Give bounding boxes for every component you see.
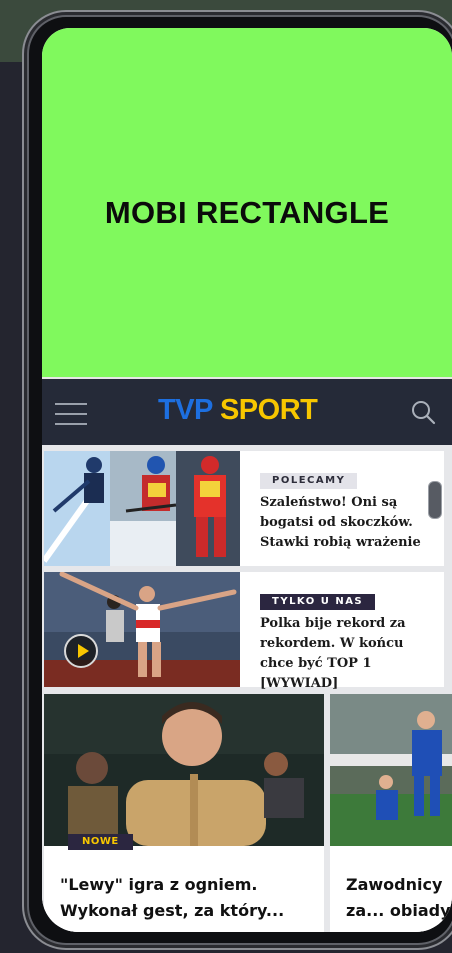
site-logo[interactable]: TVP SPORT (158, 394, 318, 427)
ad-label: MOBI RECTANGLE (104, 194, 390, 230)
scroll-indicator-icon[interactable] (428, 481, 442, 519)
play-icon[interactable] (64, 634, 98, 668)
featured-title[interactable]: Zawodnicy za... obiady (346, 872, 452, 924)
category-badge: TYLKO U NAS (260, 594, 376, 610)
news-feed: POLECAMY Szaleństwo! Oni są bogatsi od s… (42, 445, 452, 932)
article-title[interactable]: Polka bije rekord za rekordem. W końcu c… (260, 614, 440, 694)
top-navigation-bar: TVP SPORT (42, 377, 452, 445)
article-title[interactable]: Szaleństwo! Oni są bogatsi od skoczków. … (260, 493, 440, 553)
logo-sport: SPORT (219, 394, 318, 426)
hamburger-icon[interactable] (55, 403, 87, 425)
featured-image[interactable] (330, 694, 452, 846)
featured-image[interactable] (44, 694, 324, 846)
ad-banner[interactable]: MOBI RECTANGLE (42, 28, 452, 377)
category-badge: POLECAMY (260, 473, 358, 489)
featured-title[interactable]: "Lewy" igra z ogniem. Wykonał gest, za k… (60, 872, 324, 924)
article-thumbnail[interactable] (44, 451, 240, 566)
article-card[interactable]: POLECAMY Szaleństwo! Oni są bogatsi od s… (44, 451, 444, 566)
phone-screen: MOBI RECTANGLE TVP SPORT POLECAMY Szaleń… (42, 28, 452, 932)
article-thumbnail[interactable] (44, 572, 240, 687)
featured-article-card[interactable]: Zawodnicy za... obiady (330, 694, 452, 932)
search-icon[interactable] (410, 399, 436, 425)
featured-article-card[interactable]: NOWE "Lewy" igra z ogniem. Wykonał gest,… (44, 694, 324, 932)
new-badge: NOWE (68, 834, 133, 850)
article-card[interactable]: TYLKO U NAS Polka bije rekord za rekorde… (44, 572, 444, 691)
logo-tvp: TVP (158, 394, 213, 426)
